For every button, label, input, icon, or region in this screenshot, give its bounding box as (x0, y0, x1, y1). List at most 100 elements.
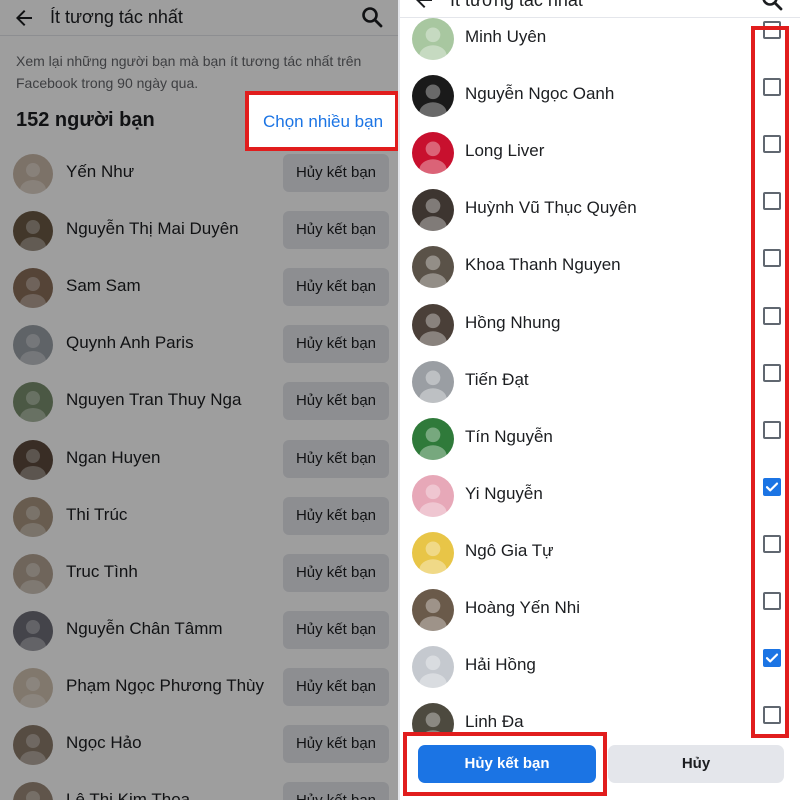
unfriend-button[interactable]: Hủy kết bạn (283, 268, 389, 307)
unfriend-button[interactable]: Hủy kết bạn (283, 325, 389, 364)
checkbox[interactable] (763, 534, 781, 553)
friend-name: Hoàng Yến Nhi (465, 598, 580, 617)
search-icon[interactable] (760, 0, 784, 12)
friend-name[interactable]: Thi Trúc (66, 505, 127, 525)
unfriend-button[interactable]: Hủy kết bạn (283, 211, 389, 250)
friend-name[interactable]: Lê Thị Kim Thoa (66, 790, 190, 800)
friend-name[interactable]: Nguyễn Chân Tâmm (66, 619, 223, 639)
avatar[interactable] (13, 211, 53, 252)
page-title: Ít tương tác nhất (450, 0, 583, 10)
unfriend-button[interactable]: Hủy kết bạn (283, 553, 389, 592)
friend-row: Lê Thị Kim Thoa Hủy kết bạn (0, 776, 400, 800)
avatar (412, 189, 454, 232)
friend-row: Quynh Anh Paris Hủy kết bạn (0, 319, 400, 376)
checkbox[interactable] (763, 249, 781, 268)
multi-select-link[interactable]: Chọn nhiều bạn (263, 112, 383, 132)
friend-name: Long Liver (465, 141, 545, 161)
friend-name: Huỳnh Vũ Thục Quyên (465, 198, 637, 218)
friend-name: Hải Hồng (465, 655, 536, 675)
avatar[interactable] (13, 610, 53, 651)
friend-row: Ngọc Hảo Hủy kết bạn (0, 719, 400, 776)
selectable-friend-row[interactable]: Khoa Thanh Nguyen (400, 246, 800, 303)
friend-name: Linh Đa (465, 712, 524, 732)
unfriend-button[interactable]: Hủy kết bạn (283, 439, 389, 478)
checkbox-checked[interactable] (763, 477, 781, 496)
avatar (412, 360, 454, 403)
unfriend-button[interactable]: Hủy kết bạn (283, 382, 389, 421)
checkbox[interactable] (763, 135, 781, 154)
friend-row: Thi Trúc Hủy kết bạn (0, 491, 400, 548)
selectable-friend-row[interactable]: Minh Uyên (400, 18, 800, 75)
avatar[interactable] (13, 782, 53, 800)
selectable-friend-row[interactable]: Ngô Gia Tự (400, 531, 800, 589)
friend-name[interactable]: Phạm Ngọc Phương Thùy (66, 676, 264, 696)
selectable-friend-row[interactable]: Tiến Đạt (400, 360, 800, 418)
selectable-friend-row[interactable]: Hồng Nhung (400, 303, 800, 361)
cancel-button[interactable]: Hủy (608, 745, 784, 783)
checkbox-checked[interactable] (763, 649, 781, 668)
avatar (412, 303, 454, 346)
friend-name[interactable]: Yến Như (66, 162, 134, 182)
selectable-friend-row[interactable]: Nguyễn Ngọc Oanh (400, 75, 800, 132)
selectable-friend-row[interactable]: Hải Hồng (400, 646, 800, 703)
friend-name[interactable]: Nguyễn Thị Mai Duyên (66, 219, 239, 239)
friend-name[interactable]: Truc Tình (66, 562, 138, 582)
selectable-friend-row[interactable]: Huỳnh Vũ Thục Quyên (400, 189, 800, 246)
friend-name: Nguyễn Ngọc Oanh (465, 84, 615, 104)
avatar[interactable] (13, 325, 53, 366)
friend-name: Ngô Gia Tự (465, 540, 554, 560)
friend-row: Phạm Ngọc Phương Thùy Hủy kết bạn (0, 662, 400, 719)
avatar[interactable] (13, 667, 53, 708)
unfriend-button[interactable]: Hủy kết bạn (283, 667, 389, 706)
unfriend-button[interactable]: Hủy kết bạn (283, 154, 389, 192)
avatar[interactable] (13, 725, 53, 765)
friend-name[interactable]: Ngọc Hảo (66, 733, 142, 753)
search-icon[interactable] (360, 5, 384, 29)
friend-row: Yến Như Hủy kết bạn (0, 148, 400, 205)
avatar[interactable] (13, 154, 53, 194)
friend-row: Nguyễn Chân Tâmm Hủy kết bạn (0, 605, 400, 662)
avatar[interactable] (13, 553, 53, 594)
top-bar: Ít tương tác nhất (400, 0, 800, 18)
avatar (412, 474, 454, 517)
friend-row: Nguyen Tran Thuy Nga Hủy kết bạn (0, 376, 400, 433)
friend-name: Tín Nguyễn (465, 426, 553, 446)
avatar[interactable] (13, 382, 53, 423)
selectable-friend-row[interactable]: Long Liver (400, 132, 800, 189)
checkbox[interactable] (763, 420, 781, 439)
avatar (412, 18, 454, 60)
checkbox[interactable] (763, 363, 781, 382)
unfriend-button[interactable]: Hủy kết bạn (283, 725, 389, 763)
friend-name: Khoa Thanh Nguyen (465, 255, 621, 275)
selectable-friend-row[interactable]: Hoàng Yến Nhi (400, 589, 800, 646)
right-panel: Ít tương tác nhất Minh Uyên Nguyễn Ngọc O… (400, 0, 800, 800)
unfriend-button[interactable]: Hủy kết bạn (283, 610, 389, 649)
selectable-friend-row[interactable]: Tín Nguyễn (400, 417, 800, 475)
left-panel: Ít tương tác nhất Xem lại những người bạ… (0, 0, 400, 800)
confirm-unfriend-button[interactable]: Hủy kết bạn (418, 745, 596, 783)
avatar (412, 646, 454, 689)
back-arrow-icon[interactable] (412, 0, 436, 12)
checkbox[interactable] (763, 306, 781, 325)
bottom-action-bar: Hủy kết bạn Hủy (400, 735, 800, 800)
checkbox[interactable] (763, 592, 781, 610)
selectable-friend-row[interactable]: Yi Nguyễn (400, 474, 800, 532)
friend-name[interactable]: Sam Sam (66, 276, 141, 296)
friend-name[interactable]: Nguyen Tran Thuy Nga (66, 390, 241, 410)
avatar[interactable] (13, 496, 53, 537)
checkbox[interactable] (763, 21, 781, 39)
checkbox[interactable] (763, 78, 781, 97)
checkbox[interactable] (763, 192, 781, 211)
avatar[interactable] (13, 439, 53, 480)
avatar[interactable] (13, 268, 53, 309)
checkbox[interactable] (763, 706, 781, 725)
avatar (412, 246, 454, 289)
friend-row: Sam Sam Hủy kết bạn (0, 262, 400, 319)
friend-name[interactable]: Ngan Huyen (66, 448, 161, 468)
friend-name[interactable]: Quynh Anh Paris (66, 333, 194, 353)
unfriend-button[interactable]: Hủy kết bạn (283, 782, 389, 800)
avatar (412, 531, 454, 574)
unfriend-button[interactable]: Hủy kết bạn (283, 496, 389, 535)
friend-name: Yi Nguyễn (465, 483, 543, 503)
back-arrow-icon[interactable] (12, 6, 36, 30)
